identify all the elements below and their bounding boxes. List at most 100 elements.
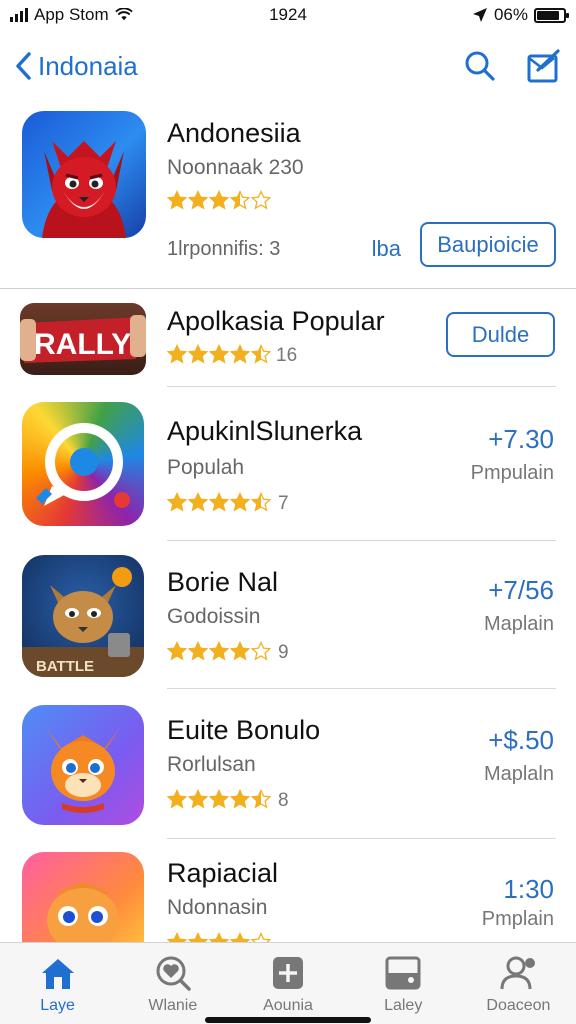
app-row[interactable]: RALLY Apolkasia Popular 16 Dulde xyxy=(0,300,576,386)
star-full-icon xyxy=(209,344,229,364)
tray-icon xyxy=(385,956,421,990)
carrier-label: App Stom xyxy=(34,5,109,24)
back-label: Indonaia xyxy=(38,50,138,81)
tab-label: Aounia xyxy=(263,997,313,1014)
star-half-icon xyxy=(230,190,250,210)
app-price[interactable]: +7.30 xyxy=(488,424,554,455)
chat-bubble-logo-icon xyxy=(36,423,130,508)
cat-mascot-icon xyxy=(42,872,124,942)
star-full-icon xyxy=(167,641,187,661)
wolf-mascot-icon xyxy=(42,141,126,238)
featured-app-meta: 1lrponnifis: 3 xyxy=(167,238,281,260)
featured-app-icon xyxy=(22,111,146,238)
star-full-icon xyxy=(167,932,187,942)
tab-profile[interactable]: Doaceon xyxy=(461,943,576,1024)
app-price-label: Pmplain xyxy=(481,908,554,930)
featured-link[interactable]: lba xyxy=(372,236,401,262)
app-name: Rapiacial xyxy=(167,858,279,888)
star-full-icon xyxy=(167,492,187,512)
star-half-icon xyxy=(251,492,271,512)
tab-home[interactable]: Laye xyxy=(0,943,115,1024)
app-price[interactable]: 1:30 xyxy=(503,874,554,905)
app-name: Apolkasia Popular xyxy=(167,306,385,336)
app-rating-count: 7 xyxy=(278,493,289,514)
star-half-icon xyxy=(251,344,271,364)
app-subtitle: Rorlulsan xyxy=(167,753,256,776)
app-icon-cat xyxy=(22,852,144,942)
star-full-icon xyxy=(167,789,187,809)
compose-icon xyxy=(527,49,560,83)
star-empty-icon xyxy=(251,932,271,942)
star-full-icon xyxy=(230,344,250,364)
star-full-icon xyxy=(209,190,229,210)
featured-get-button[interactable]: Baupioicie xyxy=(420,222,556,267)
featured-rating xyxy=(167,190,271,210)
app-row[interactable]: BATTLE Borie Nal Godoissin 9 +7/56 Mapla… xyxy=(0,553,576,683)
featured-app-name: Andonesiia xyxy=(167,118,301,148)
plus-square-icon xyxy=(273,957,303,989)
tab-label: Wlanie xyxy=(148,997,198,1014)
star-empty-icon xyxy=(251,641,271,661)
app-subtitle: Ndonnasin xyxy=(167,896,268,919)
tab-library[interactable]: Laley xyxy=(346,943,461,1024)
star-full-icon xyxy=(230,492,250,512)
app-name: ApukinlSlunerka xyxy=(167,416,363,446)
status-right: 06% xyxy=(472,5,569,25)
app-price[interactable]: +$.50 xyxy=(488,725,554,756)
app-rating-count: 16 xyxy=(276,345,298,366)
app-price-label: Maplaln xyxy=(483,763,554,785)
back-button[interactable]: Indonaia xyxy=(14,51,138,82)
status-bar: App Stom 1924 06% xyxy=(0,0,576,30)
app-rating xyxy=(167,932,271,942)
star-full-icon xyxy=(209,932,229,942)
compose-button[interactable] xyxy=(526,48,562,84)
heart-search-icon xyxy=(156,956,191,991)
nav-actions xyxy=(462,48,562,84)
star-full-icon xyxy=(230,789,250,809)
wifi-icon xyxy=(114,8,133,21)
star-full-icon xyxy=(209,641,229,661)
star-full-icon xyxy=(188,789,208,809)
app-row[interactable]: Euite Bonulo Rorlulsan 8 +$.50 Maplaln xyxy=(0,703,576,833)
star-full-icon xyxy=(188,190,208,210)
app-icon-rally: RALLY xyxy=(20,303,146,375)
tab-label: Doaceon xyxy=(486,997,551,1014)
app-price-label: Pmpulain xyxy=(470,462,554,484)
battery-fill xyxy=(537,10,560,20)
app-icon-chat xyxy=(22,402,144,526)
rally-banner-icon: RALLY xyxy=(20,315,146,363)
tab-label: Laley xyxy=(384,997,423,1014)
star-full-icon xyxy=(188,932,208,942)
location-icon xyxy=(472,8,487,22)
tab-bar: Laye Wlanie Aounia Laley Doaceon xyxy=(0,942,576,1024)
app-get-button[interactable]: Dulde xyxy=(446,312,555,357)
featured-app-row[interactable]: Andonesiia Noonnaak 230 1lrponnifis: 3 l… xyxy=(0,108,576,288)
battery-percent: 06% xyxy=(493,5,528,24)
app-price[interactable]: +7/56 xyxy=(488,575,554,606)
star-full-icon xyxy=(188,492,208,512)
star-full-icon xyxy=(209,789,229,809)
app-name: Euite Bonulo xyxy=(167,715,321,745)
person-icon xyxy=(500,956,536,990)
search-icon xyxy=(465,51,495,81)
star-full-icon xyxy=(209,492,229,512)
star-full-icon xyxy=(230,932,250,942)
battery-icon xyxy=(534,7,569,23)
chevron-left-icon xyxy=(16,52,31,80)
star-full-icon xyxy=(188,641,208,661)
row-divider xyxy=(167,688,556,689)
app-icon-battle: BATTLE xyxy=(22,555,144,677)
star-full-icon xyxy=(188,344,208,364)
search-button[interactable] xyxy=(462,48,498,84)
status-left: App Stom xyxy=(10,5,133,25)
tab-favorites[interactable]: Wlanie xyxy=(115,943,230,1024)
row-divider xyxy=(167,386,556,387)
nav-bar: Indonaia xyxy=(0,38,576,94)
signal-icon xyxy=(10,8,28,22)
app-icon-fox xyxy=(22,705,144,825)
app-row[interactable]: ApukinlSlunerka Populah 7 +7.30 Pmpulain xyxy=(0,400,576,530)
tab-add[interactable]: Aounia xyxy=(230,943,345,1024)
app-row[interactable]: Rapiacial Ndonnasin 1:30 Pmplain xyxy=(0,850,576,942)
home-indicator xyxy=(205,1017,371,1023)
tab-label: Laye xyxy=(40,997,75,1014)
